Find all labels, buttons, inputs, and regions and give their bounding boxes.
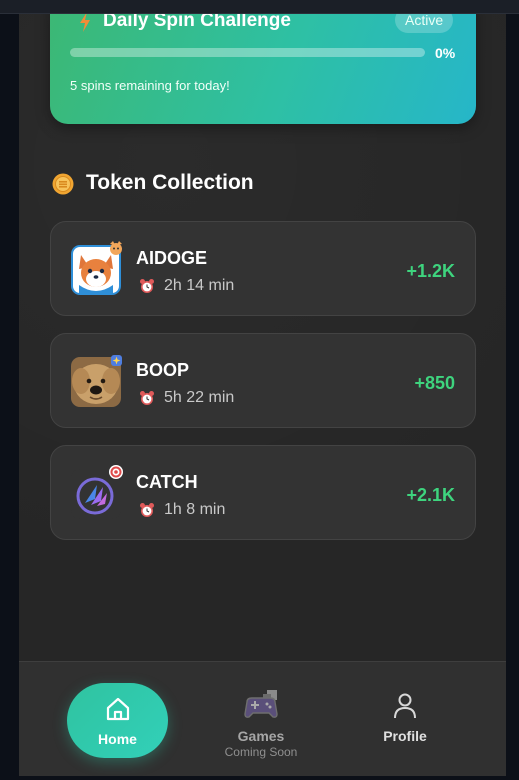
token-card-boop[interactable]: BOOP 5h 22 min +850 <box>50 333 476 428</box>
token-name: AIDOGE <box>136 248 208 268</box>
token-gain: +850 <box>414 373 455 393</box>
token-card-aidoge[interactable]: AIDOGE 2h 14 min +1.2K <box>50 221 476 316</box>
nav-games-button[interactable]: Games Coming Soon <box>211 686 311 766</box>
daily-spin-challenge-card[interactable]: Daily Spin Challenge Active 0% 5 spins r… <box>50 14 476 124</box>
token-card-catch[interactable]: CATCH 1h 8 min +2.1K <box>50 445 476 540</box>
token-time: 2h 14 min <box>164 277 235 294</box>
nav-games-label: Games <box>237 728 285 744</box>
nav-home-button[interactable]: Home <box>67 683 168 758</box>
coin-icon <box>52 173 74 195</box>
nav-home-label: Home <box>98 731 137 747</box>
browser-top-bar <box>0 0 519 14</box>
lightning-bolt-icon <box>80 14 90 32</box>
sparkle-badge-icon <box>111 355 122 366</box>
status-badge: Active <box>395 14 454 33</box>
nav-games-sublabel: Coming Soon <box>224 745 298 759</box>
token-name: BOOP <box>136 360 190 380</box>
cat-face-icon <box>110 241 122 255</box>
spins-remaining-text: 5 spins remaining for today! <box>70 78 230 93</box>
token-gain: +2.1K <box>406 485 455 505</box>
user-icon <box>394 693 416 719</box>
token-time: 5h 22 min <box>164 389 235 406</box>
nav-profile-label: Profile <box>383 728 427 744</box>
alarm-clock-icon <box>140 391 154 405</box>
token-name: CATCH <box>136 472 198 492</box>
progress-percent: 0% <box>435 45 456 61</box>
challenge-title: Daily Spin Challenge <box>103 14 291 31</box>
gamepad-icon <box>244 690 278 718</box>
token-gain: +1.2K <box>406 261 455 281</box>
alarm-clock-icon <box>140 279 154 293</box>
app-screen: Daily Spin Challenge Active 0% 5 spins r… <box>19 14 506 776</box>
bottom-navigation: Home Games Coming Soon Profile <box>19 661 506 776</box>
home-icon <box>106 697 130 721</box>
alarm-clock-icon <box>140 503 154 517</box>
target-icon <box>109 465 123 479</box>
section-title: Token Collection <box>86 171 254 194</box>
token-time: 1h 8 min <box>164 501 226 518</box>
spin-progress-bar <box>70 48 425 57</box>
nav-profile-button[interactable]: Profile <box>355 686 455 746</box>
